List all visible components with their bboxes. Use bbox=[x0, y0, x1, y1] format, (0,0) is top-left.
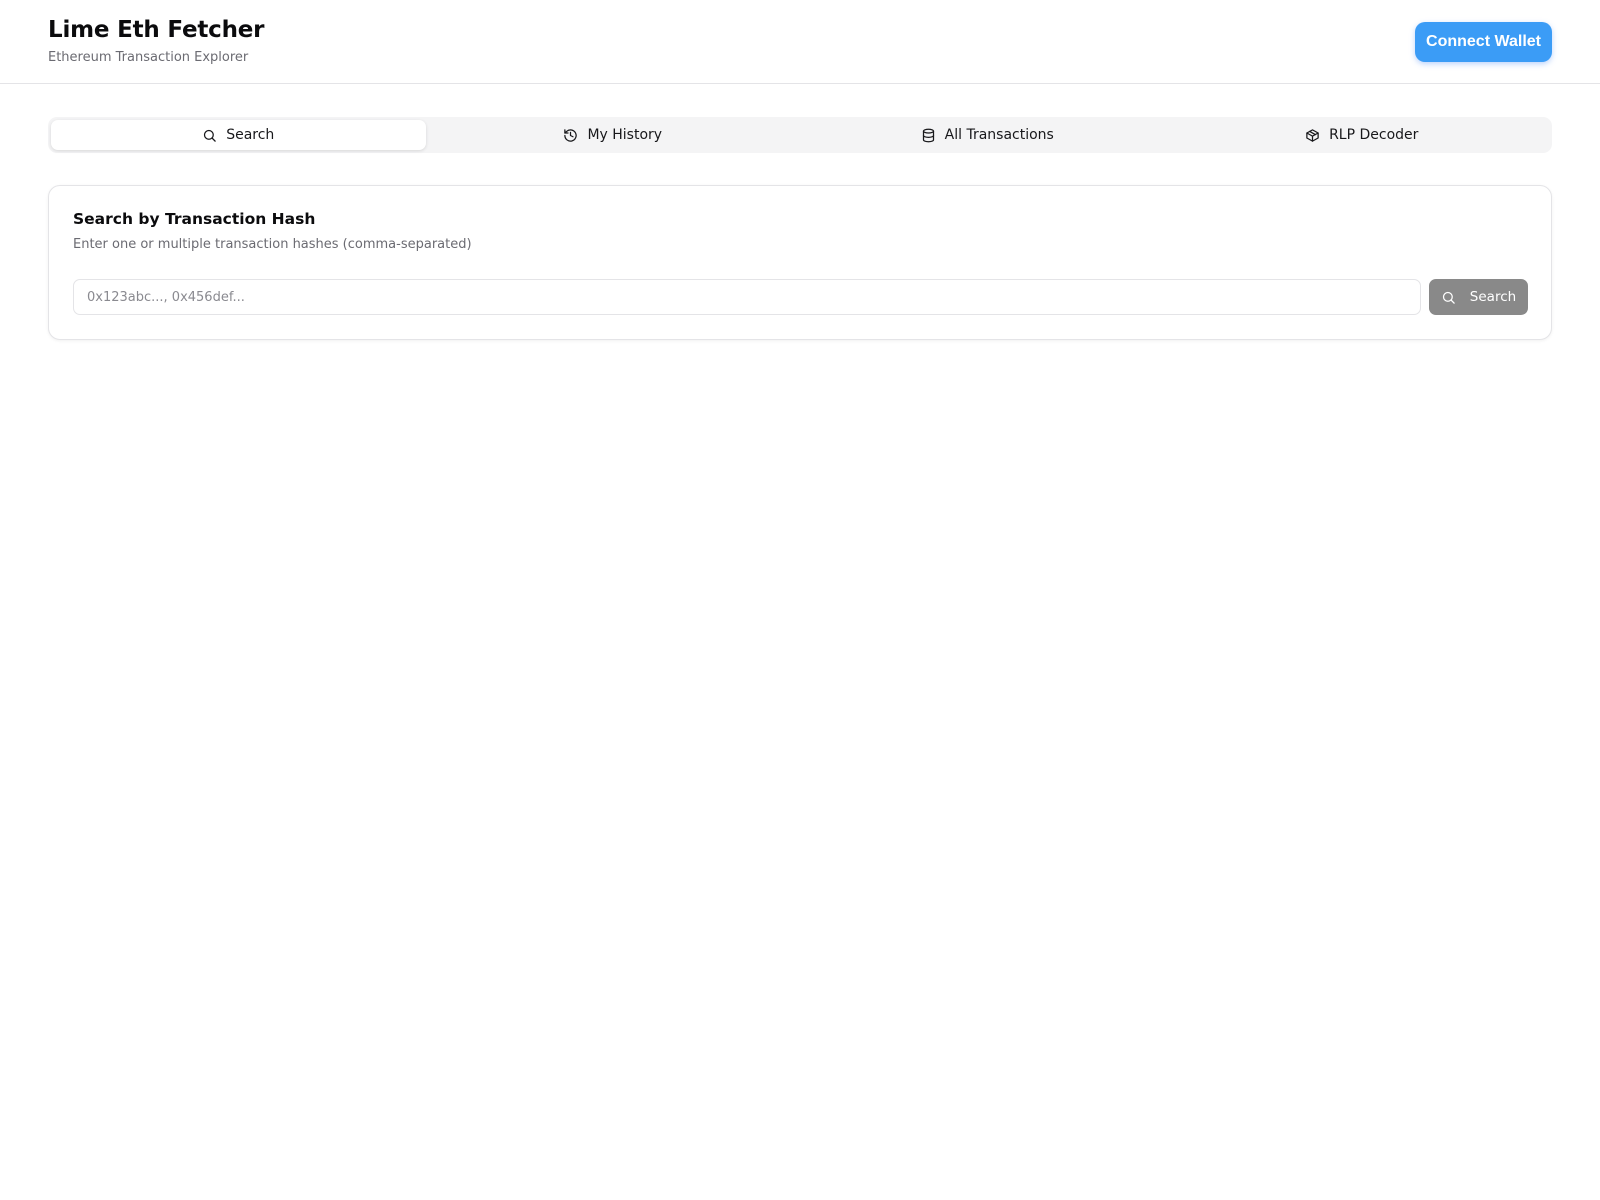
search-icon bbox=[204, 129, 216, 142]
tab-search[interactable]: Search bbox=[51, 120, 426, 150]
tab-label: RLP Decoder bbox=[1329, 127, 1419, 143]
app-header: Lime Eth Fetcher Ethereum Transaction Ex… bbox=[0, 0, 1600, 84]
app-title: Lime Eth Fetcher bbox=[48, 17, 265, 43]
package-icon bbox=[1306, 128, 1319, 142]
tab-bar: Search My History All Transactions RLP D… bbox=[48, 117, 1552, 153]
search-button-label: Search bbox=[1469, 289, 1517, 305]
search-button[interactable]: Search bbox=[1429, 279, 1528, 315]
card-title: Search by Transaction Hash bbox=[73, 210, 316, 228]
history-icon bbox=[564, 128, 578, 142]
tab-label: Search bbox=[226, 127, 275, 143]
tab-label: All Transactions bbox=[944, 127, 1054, 143]
card-description: Enter one or multiple transaction hashes… bbox=[73, 237, 472, 252]
tab-label: My History bbox=[587, 127, 663, 143]
tab-rlp-decoder[interactable]: RLP Decoder bbox=[1175, 120, 1550, 150]
app-subtitle: Ethereum Transaction Explorer bbox=[48, 50, 249, 65]
connect-wallet-button[interactable]: Connect Wallet bbox=[1415, 22, 1552, 62]
search-icon bbox=[1442, 291, 1455, 304]
search-card: Search by Transaction Hash Enter one or … bbox=[48, 185, 1552, 340]
tab-my-history[interactable]: My History bbox=[426, 120, 801, 150]
transaction-hash-input[interactable] bbox=[73, 279, 1421, 315]
database-icon bbox=[922, 128, 934, 142]
tab-all-transactions[interactable]: All Transactions bbox=[800, 120, 1175, 150]
